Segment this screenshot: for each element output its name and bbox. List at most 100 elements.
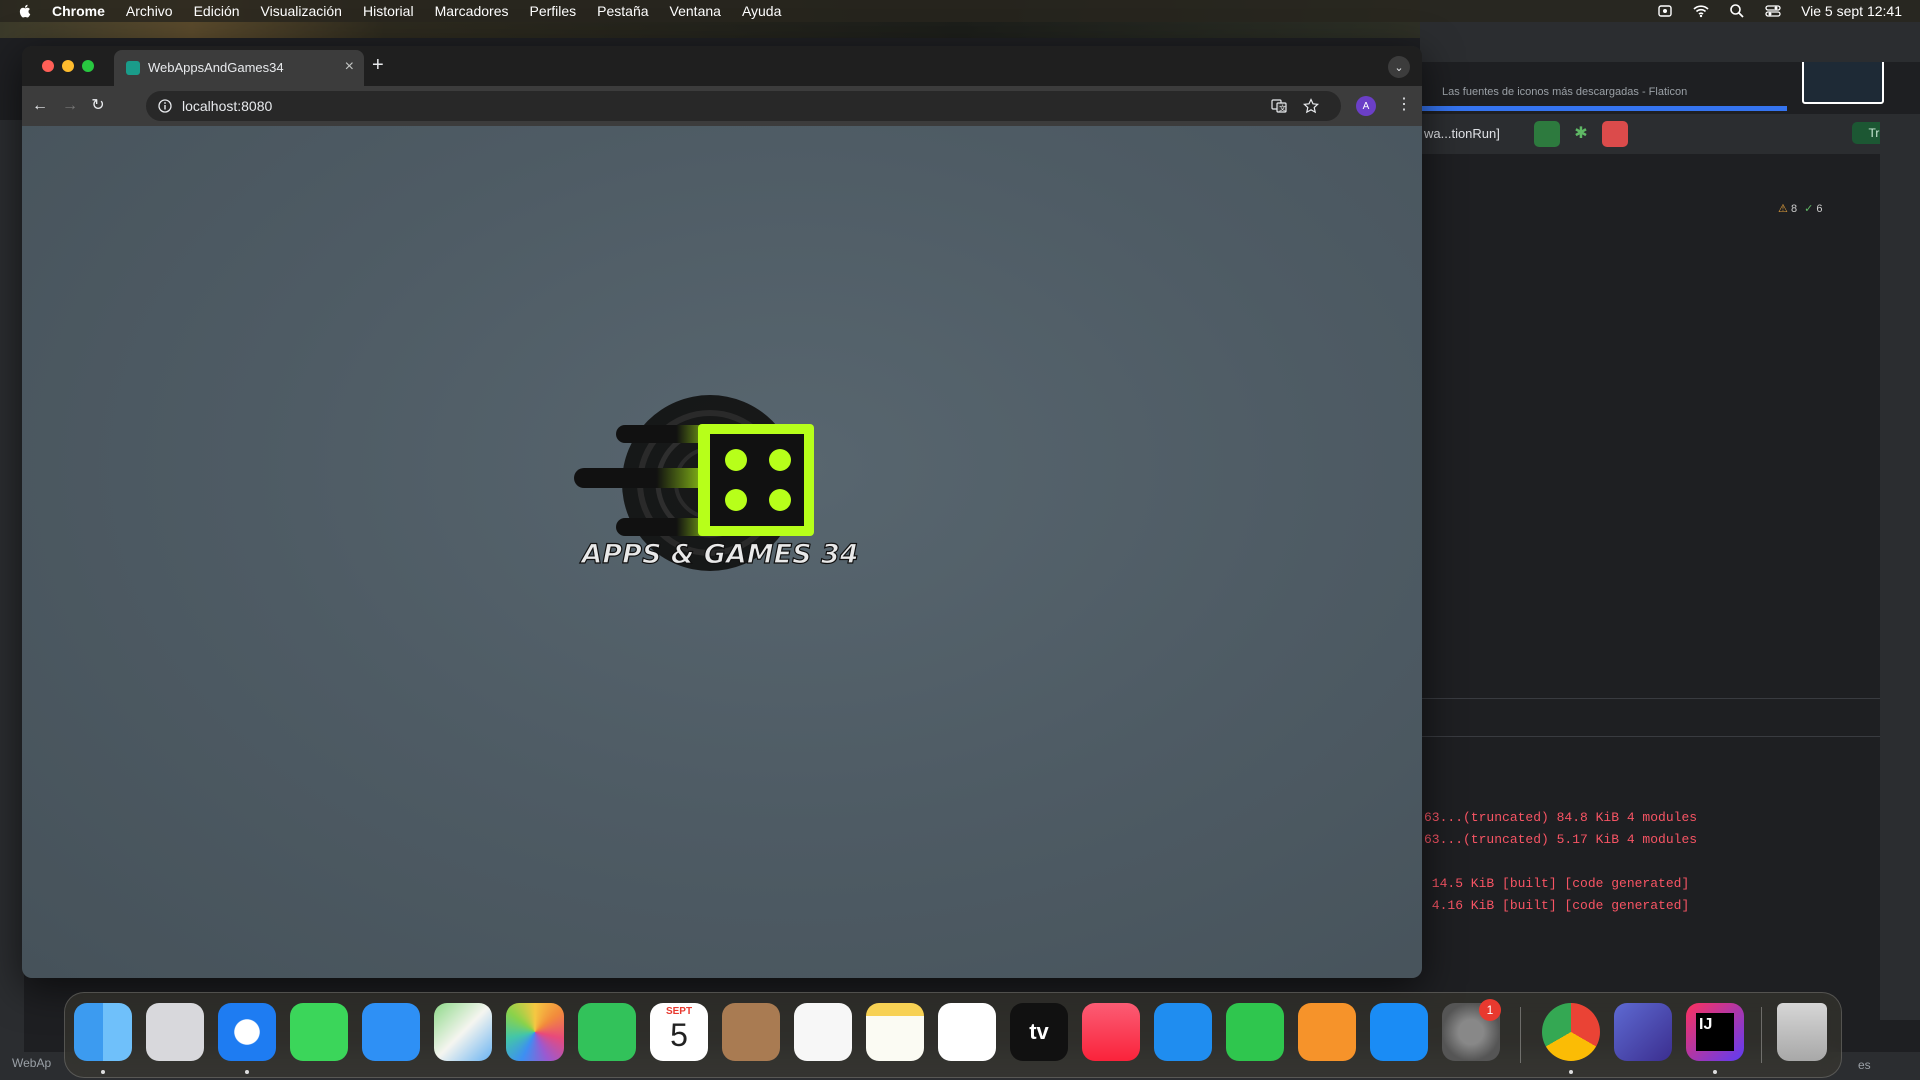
calendar-month: SEPT: [665, 1006, 693, 1017]
dock: SEPT 5 tv 1 IJ: [64, 992, 1842, 1078]
ide-right-toolstrip: [1880, 120, 1920, 1020]
loading-bar: [1420, 106, 1787, 111]
menu-ayuda[interactable]: Ayuda: [742, 3, 781, 19]
dock-calendar[interactable]: SEPT 5: [650, 1003, 708, 1061]
tab-webappsandgames34[interactable]: WebAppsAndGames34 ×: [114, 50, 364, 86]
dock-notes[interactable]: [866, 1003, 924, 1061]
dock-intellij[interactable]: IJ: [1686, 1003, 1744, 1061]
tab-strip: WebAppsAndGames34 × + ⌄: [22, 46, 1422, 86]
dock-chrome[interactable]: [1542, 1003, 1600, 1061]
background-tab-title: Las fuentes de iconos más descargadas - …: [1442, 86, 1688, 98]
zoom-window-button[interactable]: [82, 60, 94, 72]
close-icon[interactable]: ×: [345, 58, 354, 76]
debug-button[interactable]: ✱: [1568, 121, 1594, 147]
console-line: 4.16 KiB [built] [code generated]: [1424, 898, 1690, 913]
menu-perfiles[interactable]: Perfiles: [529, 3, 576, 19]
reload-icon[interactable]: ↻: [88, 96, 108, 116]
dock-app-store[interactable]: [1370, 1003, 1428, 1061]
new-tab-button[interactable]: +: [372, 54, 384, 76]
close-window-button[interactable]: [42, 60, 54, 72]
chevron-down-icon[interactable]: ⌄: [1388, 56, 1410, 78]
site-info-icon[interactable]: [158, 99, 172, 113]
favicon-icon: [126, 61, 140, 75]
page-viewport: APPS & GAMES 34: [22, 126, 1422, 978]
inspection-widget[interactable]: ⚠ 8 ✓ 6: [1778, 202, 1823, 215]
menu-ventana[interactable]: Ventana: [670, 3, 721, 19]
dock-keynote[interactable]: [1154, 1003, 1212, 1061]
running-indicator: [1569, 1070, 1573, 1074]
chrome-window: WebAppsAndGames34 × + ⌄ ← → ↻ localhost:…: [22, 46, 1422, 978]
profile-avatar[interactable]: A: [1356, 96, 1376, 116]
translate-icon[interactable]: 文: [1271, 98, 1287, 114]
apple-icon[interactable]: [16, 2, 34, 20]
dock-trash[interactable]: [1777, 1003, 1827, 1061]
url-text: localhost:8080: [182, 98, 273, 114]
dock-reminders[interactable]: [794, 1003, 852, 1061]
address-bar[interactable]: localhost:8080 文: [146, 91, 1341, 121]
dock-linear[interactable]: [1614, 1003, 1672, 1061]
dock-numbers[interactable]: [1226, 1003, 1284, 1061]
console-line: 63...(truncated) 5.17 KiB 4 modules: [1424, 832, 1698, 847]
running-indicator: [101, 1070, 105, 1074]
apple-tv-label: tv: [1029, 1019, 1049, 1044]
dock-safari[interactable]: [218, 1003, 276, 1061]
panel-divider: [1420, 736, 1880, 737]
menu-pestana[interactable]: Pestaña: [597, 3, 648, 19]
dock-finder[interactable]: [74, 1003, 132, 1061]
dock-messages[interactable]: [290, 1003, 348, 1061]
back-arrow-icon[interactable]: ←: [30, 96, 50, 116]
console-line: 14.5 KiB [built] [code generated]: [1424, 876, 1690, 891]
warning-count: 8: [1790, 203, 1798, 215]
notification-badge: 1: [1479, 999, 1501, 1021]
dock-separator: [1761, 1007, 1762, 1063]
console-line: 63...(truncated) 84.8 KiB 4 modules: [1424, 810, 1698, 825]
dock-pages[interactable]: [1298, 1003, 1356, 1061]
stop-button[interactable]: [1602, 121, 1628, 147]
dock-maps[interactable]: [434, 1003, 492, 1061]
menu-historial[interactable]: Historial: [363, 3, 414, 19]
bookmark-star-icon[interactable]: [1303, 98, 1319, 114]
running-indicator: [245, 1070, 249, 1074]
browser-toolbar: ← → ↻ localhost:8080 文 A ⋮: [22, 86, 1422, 126]
intellij-label: IJ: [1696, 1013, 1734, 1051]
svg-text:文: 文: [1279, 104, 1286, 113]
menu-archivo[interactable]: Archivo: [126, 3, 173, 19]
dock-photos[interactable]: [506, 1003, 564, 1061]
menu-bar: Chrome Archivo Edición Visualización His…: [0, 0, 1920, 22]
run-configuration[interactable]: wa...tionRun]: [1424, 126, 1500, 141]
dock-mail[interactable]: [362, 1003, 420, 1061]
ide-left-toolstrip: [0, 120, 24, 1060]
tab-title: WebAppsAndGames34: [148, 60, 284, 75]
warning-icon: ⚠: [1778, 203, 1788, 215]
more-menu-icon[interactable]: ⋮: [1396, 94, 1412, 116]
dock-separator: [1520, 1007, 1521, 1063]
menu-app-name[interactable]: Chrome: [52, 3, 105, 19]
dock-music[interactable]: [1082, 1003, 1140, 1061]
check-icon: ✓: [1804, 203, 1814, 215]
menubar-clock[interactable]: Vie 5 sept 12:41: [1801, 3, 1902, 19]
menu-visualizacion[interactable]: Visualización: [261, 3, 342, 19]
dock-freeform[interactable]: [938, 1003, 996, 1061]
running-indicator: [1713, 1070, 1717, 1074]
rerun-button[interactable]: [1534, 121, 1560, 147]
menu-edicion[interactable]: Edición: [194, 3, 240, 19]
dock-facetime[interactable]: [578, 1003, 636, 1061]
control-center-icon[interactable]: [1765, 3, 1781, 19]
dock-contacts[interactable]: [722, 1003, 780, 1061]
logo-text: APPS & GAMES 34: [581, 538, 859, 570]
spotlight-search-icon[interactable]: [1729, 3, 1745, 19]
panel-divider: [1420, 698, 1880, 699]
run-console: 63...(truncated) 84.8 KiB 4 modules 63..…: [1420, 770, 1840, 1000]
forward-arrow-icon[interactable]: →: [60, 96, 80, 116]
dock-launchpad[interactable]: [146, 1003, 204, 1061]
screen-capture-icon[interactable]: [1657, 3, 1673, 19]
minimize-window-button[interactable]: [62, 60, 74, 72]
check-count: 6: [1816, 203, 1823, 215]
status-project[interactable]: WebAp: [12, 1056, 51, 1070]
apps-and-games-logo: APPS & GAMES 34: [570, 376, 870, 626]
menu-marcadores[interactable]: Marcadores: [435, 3, 509, 19]
dock-apple-tv[interactable]: tv: [1010, 1003, 1068, 1061]
status-encoding[interactable]: es: [1858, 1058, 1871, 1072]
wifi-icon[interactable]: [1693, 3, 1709, 19]
calendar-day: 5: [670, 1017, 688, 1053]
